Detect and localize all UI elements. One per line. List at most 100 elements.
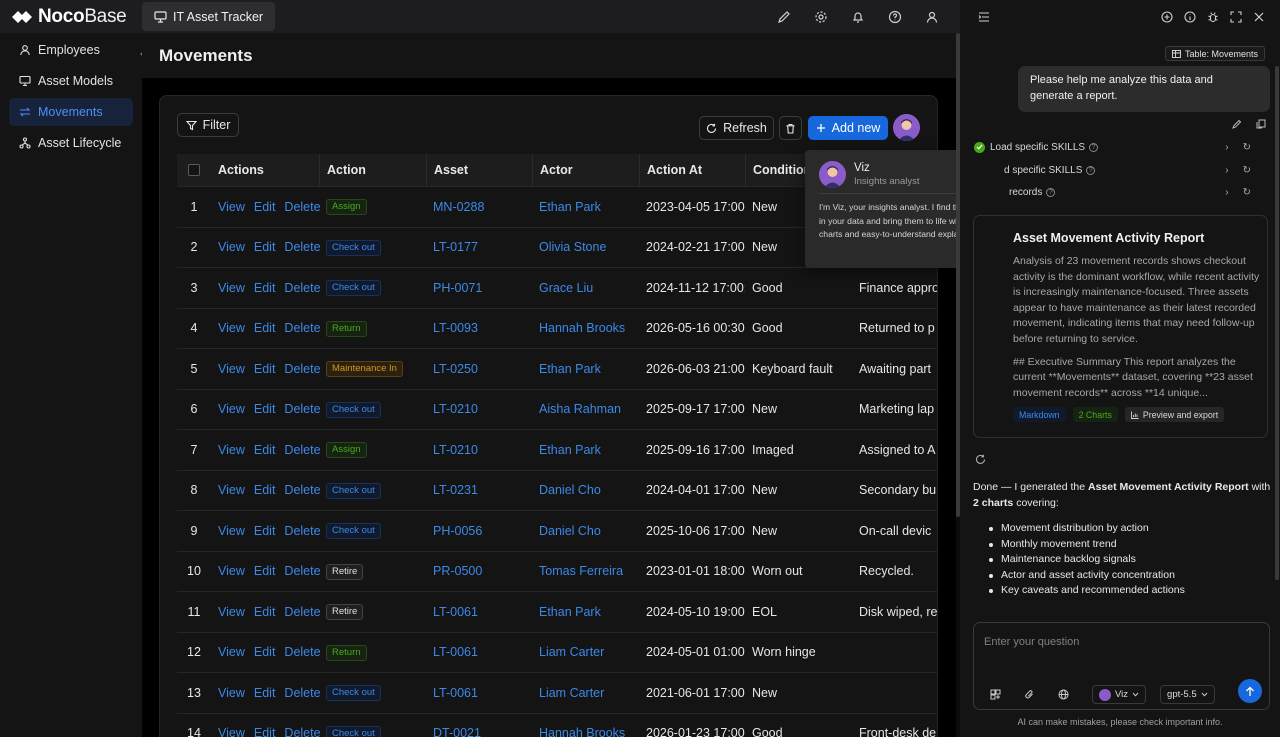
add-new-button[interactable]: Add new xyxy=(808,116,888,140)
asset-link[interactable]: PR-0500 xyxy=(433,564,482,578)
delete-selected-button[interactable] xyxy=(779,116,802,140)
tool-call-item[interactable]: d specific SKILLS ? › ↻ xyxy=(974,162,1269,178)
asset-link[interactable]: LT-0210 xyxy=(433,402,478,416)
view-link[interactable]: View xyxy=(218,443,245,457)
view-link[interactable]: View xyxy=(218,240,245,254)
actor-link[interactable]: Ethan Park xyxy=(539,362,601,376)
actor-link[interactable]: Hannah Brooks xyxy=(539,321,625,335)
delete-link[interactable]: Delete xyxy=(284,443,320,457)
view-link[interactable]: View xyxy=(218,524,245,538)
asset-link[interactable]: LT-0250 xyxy=(433,362,478,376)
ai-employee-select[interactable]: Viz xyxy=(1092,685,1147,704)
asset-link[interactable]: LT-0210 xyxy=(433,443,478,457)
retry-icon[interactable]: ↻ xyxy=(1243,142,1251,153)
table-row[interactable]: 9 View Edit Delete Check out PH-0056 Daniel Ch… xyxy=(177,511,937,552)
model-select[interactable]: gpt-5.5 xyxy=(1160,685,1215,704)
sidebar-item-asset-lifecycle[interactable]: Asset Lifecycle xyxy=(9,129,133,157)
column-header[interactable]: Action xyxy=(319,153,426,187)
regenerate-icon[interactable] xyxy=(975,454,986,465)
actor-link[interactable]: Ethan Park xyxy=(539,605,601,619)
context-select-icon[interactable] xyxy=(990,689,1024,700)
edit-link[interactable]: Edit xyxy=(254,726,276,737)
view-link[interactable]: View xyxy=(218,726,245,737)
actor-link[interactable]: Grace Liu xyxy=(539,281,593,295)
delete-link[interactable]: Delete xyxy=(284,686,320,700)
asset-link[interactable]: PH-0071 xyxy=(433,281,482,295)
assistant-scrollbar[interactable] xyxy=(1275,66,1279,580)
settings-icon[interactable] xyxy=(802,0,839,33)
edit-link[interactable]: Edit xyxy=(254,686,276,700)
table-row[interactable]: 4 View Edit Delete Return LT-0093 Hannah Brook… xyxy=(177,309,937,349)
report-card[interactable]: Asset Movement Activity Report Analysis … xyxy=(973,215,1268,438)
delete-link[interactable]: Delete xyxy=(284,362,320,376)
chevron-right-icon[interactable]: › xyxy=(1225,187,1228,198)
view-link[interactable]: View xyxy=(218,483,245,497)
refresh-button[interactable]: Refresh xyxy=(699,116,774,140)
design-mode-icon[interactable] xyxy=(765,0,802,33)
view-link[interactable]: View xyxy=(218,200,245,214)
edit-link[interactable]: Edit xyxy=(254,483,276,497)
edit-icon[interactable] xyxy=(1232,119,1242,129)
edit-link[interactable]: Edit xyxy=(254,402,276,416)
edit-link[interactable]: Edit xyxy=(254,240,276,254)
expand-icon[interactable] xyxy=(1224,0,1247,33)
context-chip[interactable]: Table: Movements xyxy=(1165,46,1266,61)
asset-link[interactable]: MN-0288 xyxy=(433,200,484,214)
table-row[interactable]: 7 View Edit Delete Assign LT-0210 Ethan Park 20… xyxy=(177,430,937,471)
sidebar-item-asset-models[interactable]: Asset Models xyxy=(9,67,133,95)
asset-link[interactable]: PH-0056 xyxy=(433,524,482,538)
edit-link[interactable]: Edit xyxy=(254,564,276,578)
delete-link[interactable]: Delete xyxy=(284,281,320,295)
app-tab[interactable]: IT Asset Tracker xyxy=(142,2,276,31)
edit-link[interactable]: Edit xyxy=(254,362,276,376)
delete-link[interactable]: Delete xyxy=(284,483,320,497)
attach-icon[interactable] xyxy=(1024,689,1058,700)
actor-link[interactable]: Ethan Park xyxy=(539,443,601,457)
actor-link[interactable]: Liam Carter xyxy=(539,645,604,659)
asset-link[interactable]: LT-0231 xyxy=(433,483,478,497)
retry-icon[interactable]: ↻ xyxy=(1243,187,1251,198)
question-input[interactable]: Enter your question xyxy=(984,636,1079,648)
actor-link[interactable]: Aisha Rahman xyxy=(539,402,621,416)
actor-link[interactable]: Olivia Stone xyxy=(539,240,606,254)
bell-icon[interactable] xyxy=(839,0,876,33)
close-icon[interactable] xyxy=(1247,0,1270,33)
edit-link[interactable]: Edit xyxy=(254,200,276,214)
table-row[interactable]: 5 View Edit Delete Maintenance In LT-0250 Etha… xyxy=(177,349,937,390)
delete-link[interactable]: Delete xyxy=(284,402,320,416)
edit-link[interactable]: Edit xyxy=(254,321,276,335)
chevron-right-icon[interactable]: › xyxy=(1225,165,1228,176)
delete-link[interactable]: Delete xyxy=(284,564,320,578)
ai-employee-avatar[interactable] xyxy=(893,114,920,141)
view-link[interactable]: View xyxy=(218,281,245,295)
view-link[interactable]: View xyxy=(218,321,245,335)
view-link[interactable]: View xyxy=(218,564,245,578)
bug-icon[interactable] xyxy=(1201,0,1224,33)
tool-call-item[interactable]: Load specific SKILLS ? › ↻ xyxy=(974,139,1269,155)
edit-link[interactable]: Edit xyxy=(254,443,276,457)
edit-link[interactable]: Edit xyxy=(254,605,276,619)
delete-link[interactable]: Delete xyxy=(284,240,320,254)
asset-link[interactable]: LT-0061 xyxy=(433,645,478,659)
actor-link[interactable]: Liam Carter xyxy=(539,686,604,700)
delete-link[interactable]: Delete xyxy=(284,200,320,214)
tool-call-item[interactable]: records ? › ↻ xyxy=(974,184,1269,200)
table-row[interactable]: 6 View Edit Delete Check out LT-0210 Aisha Rah… xyxy=(177,390,937,430)
asset-link[interactable]: DT-0021 xyxy=(433,726,481,737)
view-link[interactable]: View xyxy=(218,362,245,376)
table-row[interactable]: 3 View Edit Delete Check out PH-0071 Grace Liu… xyxy=(177,268,937,309)
info-icon[interactable] xyxy=(1178,0,1201,33)
asset-link[interactable]: LT-0177 xyxy=(433,240,478,254)
send-button[interactable] xyxy=(1238,679,1262,703)
actor-link[interactable]: Tomas Ferreira xyxy=(539,564,623,578)
delete-link[interactable]: Delete xyxy=(284,645,320,659)
actor-link[interactable]: Daniel Cho xyxy=(539,483,601,497)
table-row[interactable]: 12 View Edit Delete Return LT-0061 Liam Carter… xyxy=(177,633,937,673)
menu-icon[interactable] xyxy=(978,11,990,22)
preview-export-button[interactable]: Preview and export xyxy=(1124,407,1225,422)
view-link[interactable]: View xyxy=(218,605,245,619)
help-icon[interactable] xyxy=(876,0,913,33)
edit-link[interactable]: Edit xyxy=(254,524,276,538)
user-profile-icon[interactable] xyxy=(913,0,950,33)
actor-link[interactable]: Ethan Park xyxy=(539,200,601,214)
